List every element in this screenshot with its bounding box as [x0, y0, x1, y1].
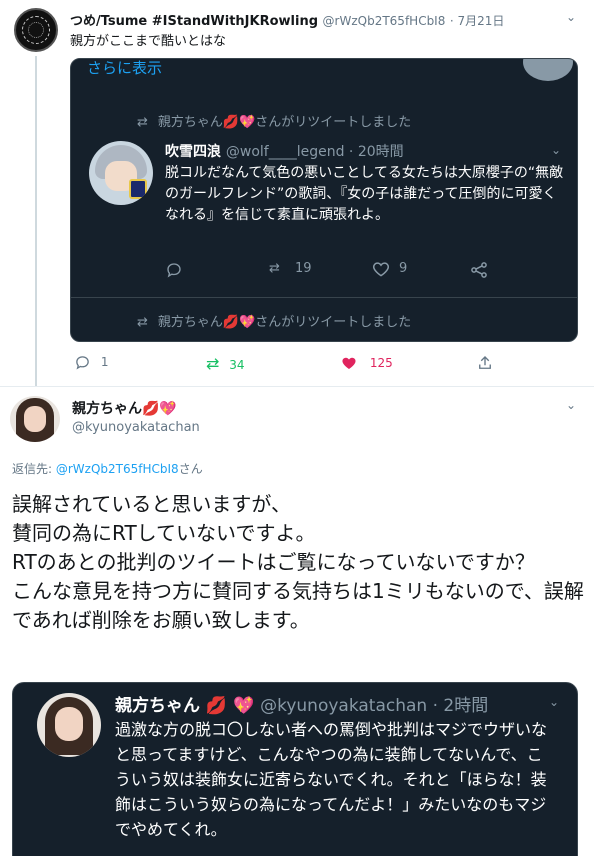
reply-to-line: 返信先: @rWzQb2T65fHCbI8さん — [12, 460, 203, 477]
avatar-face — [55, 707, 83, 741]
chevron-down-icon[interactable]: ⌄ — [566, 10, 576, 24]
divider — [0, 386, 594, 387]
quoted-display-name: 親方ちゃん 💋 💖 — [115, 696, 255, 716]
avatar[interactable] — [14, 8, 58, 52]
retweet-count: 34 — [229, 358, 245, 372]
user-handle[interactable]: @kyunoyakatachan — [72, 420, 200, 435]
retweet-icon: ⇄ — [269, 261, 280, 276]
inner-tweet-text: 脱コルだなんて気色の悪いことしてる女たちは大原櫻子の“無敵のガールフレンド”の歌… — [165, 165, 564, 223]
reply-to-suffix: さん — [178, 462, 203, 476]
retweet-icon: ⇄ — [137, 315, 148, 330]
share-button[interactable] — [476, 354, 494, 372]
chevron-down-icon: ⌄ — [548, 695, 559, 709]
quoted-user-handle: @kyunoyakatachan · 2時間 — [260, 696, 489, 716]
retweet-button[interactable]: ⇄ 34 — [206, 354, 245, 373]
reply-icon — [165, 261, 183, 283]
inner-retweet-count: 19 — [295, 261, 312, 276]
retweet-note-text: 親方ちゃん💋💖さんがリツイートしました — [157, 115, 412, 130]
quoted-tweet-screenshot[interactable]: 親方ちゃん 💋 💖 @kyunoyakatachan · 2時間 ⌄ 過激な方の… — [12, 682, 578, 856]
tweet-text: 誤解されていると思いますが、 賛同の為にRTしていないですよ。 RTのあとの批判… — [12, 492, 584, 632]
shield-icon — [129, 179, 147, 199]
retweet-note: ⇄ 親方ちゃん💋💖さんがリツイートしました — [137, 311, 411, 330]
reply-count: 1 — [100, 355, 109, 369]
like-button[interactable]: 125 — [340, 354, 393, 372]
inner-action-bar: ⇄ 19 9 — [165, 261, 505, 281]
inner-tweet-header: 吹雪四浪 @wolf____legend · 20時間 — [165, 141, 404, 161]
avatar — [37, 693, 101, 757]
avatar — [89, 141, 153, 205]
reply-to-handle-link[interactable]: @rWzQb2T65fHCbI8 — [56, 462, 179, 476]
tweet-header: つめ/Tsume #IStandWithJKRowling @rWzQb2T65… — [70, 10, 504, 29]
quoted-header: 親方ちゃん 💋 💖 @kyunoyakatachan · 2時間 — [115, 691, 488, 716]
heart-icon — [371, 259, 391, 283]
user-handle[interactable]: @rWzQb2T65fHCbI8 — [323, 14, 446, 28]
show-more-link[interactable]: さらに表示 — [87, 59, 162, 78]
inner-like-count: 9 — [399, 261, 408, 276]
chevron-down-icon: ⌄ — [550, 143, 561, 157]
display-name[interactable]: 親方ちゃん💋💖 — [72, 398, 177, 418]
tweet-date[interactable]: · 7月21日 — [450, 14, 505, 28]
avatar[interactable] — [10, 396, 60, 442]
floating-compose-button — [523, 59, 573, 81]
embedded-screenshot[interactable]: さらに表示 ⇄ 親方ちゃん💋💖さんがリツイートしました 吹雪四浪 @wolf___… — [70, 58, 578, 342]
avatar-face — [24, 406, 46, 432]
reply-to-label: 返信先: — [12, 462, 53, 476]
inner-display-name: 吹雪四浪 — [165, 144, 221, 160]
retweet-icon: ⇄ — [206, 354, 220, 373]
like-count: 125 — [369, 355, 393, 370]
display-name[interactable]: つめ/Tsume #IStandWithJKRowling — [70, 14, 318, 29]
retweet-note: ⇄ 親方ちゃん💋💖さんがリツイートしました — [137, 111, 411, 130]
reply-button[interactable]: 1 — [74, 354, 108, 371]
thread-connector — [35, 56, 37, 386]
retweet-note-text: 親方ちゃん💋💖さんがリツイートしました — [157, 315, 412, 330]
quoted-tweet-text: 過激な方の脱コ〇しない者への罵倒や批判はマジでウザいなと思ってますけど、こんなや… — [115, 720, 548, 839]
reply-icon — [76, 356, 89, 370]
inner-user-handle: @wolf____legend · 20時間 — [225, 144, 404, 160]
chevron-down-icon[interactable]: ⌄ — [566, 398, 576, 412]
retweet-icon: ⇄ — [137, 115, 148, 130]
share-icon — [479, 356, 491, 369]
tweet-text: 親方がここまで酷いとはな — [70, 34, 227, 49]
share-icon — [469, 260, 489, 284]
avatar-pattern-inner — [28, 22, 44, 38]
divider — [71, 297, 577, 298]
heart-icon — [342, 357, 356, 369]
